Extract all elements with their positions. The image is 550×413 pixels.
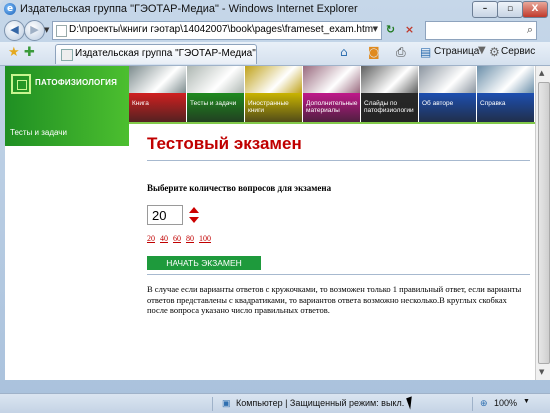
scroll-thumb[interactable] — [538, 82, 550, 364]
start-exam-button[interactable]: НАЧАТЬ ЭКЗАМЕН — [147, 256, 261, 270]
menu-underline — [129, 122, 535, 124]
zoom-level[interactable]: 100% — [494, 398, 517, 408]
side-link-tests[interactable]: Тесты и задачи — [10, 128, 67, 137]
status-zone: Компьютер | Защищенный режим: выкл. — [236, 398, 405, 408]
status-bar: ▣ Компьютер | Защищенный режим: выкл. ⊕ … — [0, 393, 550, 413]
menu-item[interactable]: Книга — [129, 93, 187, 122]
banner-image — [187, 66, 245, 93]
window-title: Издательская группа "ГЭОТАР-Медиа" - Win… — [20, 3, 358, 15]
toolbar: ★ ✚ Издательская группа "ГЭОТАР-Медиа" ⌂… — [0, 42, 550, 66]
scroll-up-icon[interactable]: ▲ — [539, 69, 544, 77]
favorites-star-icon[interactable]: ★ — [8, 45, 20, 60]
address-row: ◀ ▶ ▼ D:\проекты\книги гэотар\14042007\b… — [0, 18, 550, 42]
minimize-button[interactable]: – — [472, 1, 498, 18]
search-input[interactable]: ⌕ — [425, 21, 537, 40]
tools-menu[interactable]: Сервис — [501, 46, 535, 57]
menu-item[interactable]: Тесты и задачи — [187, 93, 245, 122]
web-page: ПАТОФИЗИОЛОГИЯ Тесты и задачи Книга Тесты… — [5, 66, 535, 380]
divider-bottom — [147, 274, 530, 275]
computer-zone-icon: ▣ — [222, 398, 231, 408]
banner-image — [419, 66, 477, 93]
browser-window: e Издательская группа "ГЭОТАР-Медиа" - W… — [0, 0, 550, 413]
print-icon[interactable]: ⎙ — [396, 45, 406, 60]
count-link-40[interactable]: 40 — [160, 234, 168, 243]
site-logo-icon — [11, 74, 31, 94]
tools-gear-icon[interactable]: ⚙ — [489, 45, 500, 59]
page-menu-chevron-icon[interactable]: ▼ — [478, 45, 486, 56]
page-menu[interactable]: Страница — [434, 46, 479, 57]
vertical-scrollbar[interactable]: ▲ ▼ — [535, 66, 550, 380]
menu-item[interactable]: Слайды по патофизиологии — [361, 93, 419, 122]
question-count-label: Выберите количество вопросов для экзамен… — [147, 183, 332, 193]
question-count-stepper[interactable] — [187, 207, 199, 225]
site-brand: ПАТОФИЗИОЛОГИЯ — [35, 78, 118, 87]
feeds-icon[interactable]: ◙ — [368, 45, 380, 59]
count-link-100[interactable]: 100 — [199, 234, 211, 243]
title-bar: e Издательская группа "ГЭОТАР-Медиа" - W… — [0, 0, 550, 18]
refresh-icon[interactable]: ↻ — [383, 22, 398, 37]
back-arrow-icon[interactable]: ◀ — [4, 20, 25, 41]
menu-item[interactable]: Иностранные книги — [245, 93, 303, 122]
zoom-icon[interactable]: ⊕ — [480, 398, 488, 409]
page-title: Тестовый экзамен — [147, 134, 302, 153]
menu-item[interactable]: Об авторе — [419, 93, 477, 122]
stop-icon[interactable]: × — [402, 22, 417, 37]
search-icon[interactable]: ⌕ — [527, 23, 533, 37]
browser-tab[interactable]: Издательская группа "ГЭОТАР-Медиа" — [55, 44, 257, 64]
status-divider-2 — [472, 397, 473, 411]
banner-image — [477, 66, 535, 93]
count-link-20[interactable]: 20 — [147, 234, 155, 243]
home-icon[interactable]: ⌂ — [340, 45, 348, 59]
address-bar[interactable]: D:\проекты\книги гэотар\14042007\book\pa… — [52, 21, 382, 40]
count-links: 20 40 60 80 100 — [147, 234, 214, 243]
stepper-down-icon[interactable] — [189, 217, 199, 223]
banner-image — [361, 66, 419, 93]
site-menu: Книга Тесты и задачи Иностранные книги Допо… — [129, 93, 535, 122]
exam-description: В случае если варианты ответов с кружочк… — [147, 284, 522, 315]
page-menu-icon[interactable]: ▤ — [420, 45, 431, 59]
maximize-button[interactable]: ▫ — [497, 1, 523, 18]
page-icon — [56, 25, 67, 37]
status-divider — [212, 397, 213, 411]
menu-item[interactable]: Дополнительные материалы — [303, 93, 361, 122]
zoom-dropdown-icon[interactable]: ▼ — [523, 398, 530, 405]
menu-item[interactable]: Справка — [477, 93, 535, 122]
question-count-input[interactable]: 20 — [147, 205, 183, 225]
ie-logo-icon: e — [4, 3, 16, 15]
tab-title: Издательская группа "ГЭОТАР-Медиа" — [75, 48, 256, 59]
image-banner — [129, 66, 535, 93]
add-favorites-icon[interactable]: ✚ — [24, 45, 35, 60]
banner-image — [245, 66, 303, 93]
forward-arrow-icon[interactable]: ▶ — [24, 20, 45, 41]
site-left-panel: ПАТОФИЗИОЛОГИЯ Тесты и задачи — [5, 66, 129, 146]
address-dropdown-icon[interactable]: ▼ — [373, 25, 378, 33]
tab-favicon — [61, 49, 73, 61]
banner-image — [129, 66, 187, 93]
banner-image — [303, 66, 361, 93]
address-url[interactable]: D:\проекты\книги гэотар\14042007\book\pa… — [69, 24, 373, 35]
count-link-80[interactable]: 80 — [186, 234, 194, 243]
stepper-up-icon[interactable] — [189, 207, 199, 213]
history-dropdown-icon[interactable]: ▼ — [44, 26, 49, 34]
divider-top — [147, 160, 530, 161]
scroll-down-icon[interactable]: ▼ — [539, 368, 544, 376]
count-link-60[interactable]: 60 — [173, 234, 181, 243]
close-button[interactable]: X — [522, 1, 548, 18]
